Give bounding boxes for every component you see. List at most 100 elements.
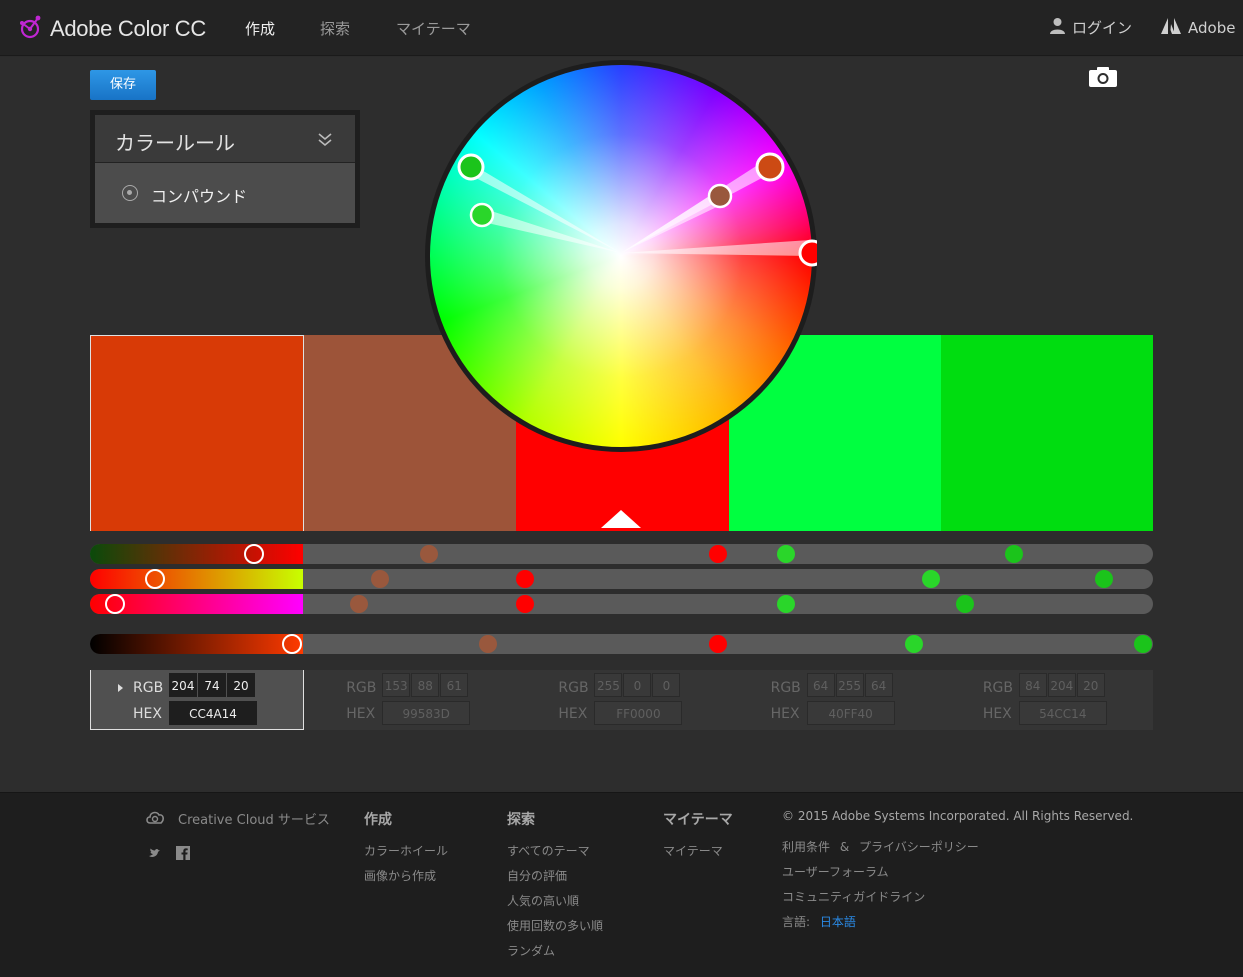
hex-field[interactable]: 40FF40	[806, 701, 895, 725]
language-label: 言語:	[782, 915, 811, 929]
rgb-r-field[interactable]: 204	[169, 673, 197, 697]
slider-gradient-1	[90, 544, 303, 564]
adobe-label: Adobe	[1188, 19, 1236, 37]
footer-heading-my-themes: マイテーマ	[663, 812, 733, 828]
social-links	[148, 845, 190, 860]
login-link[interactable]: ログイン	[1049, 17, 1132, 38]
footer-link-random[interactable]: ランダム	[507, 939, 603, 964]
brightness-slider[interactable]	[90, 634, 1153, 654]
color-values-2: RGB HEX 153 88 61 99583D	[304, 670, 516, 730]
hex-field[interactable]: 99583D	[382, 701, 471, 725]
rgb-g-field[interactable]: 74	[198, 673, 226, 697]
color-values-5: RGB HEX 84 204 20 54CC14	[941, 670, 1153, 730]
login-label: ログイン	[1072, 19, 1133, 37]
expand-triangle-icon[interactable]	[118, 684, 123, 692]
footer-link-most-used[interactable]: 使用回数の多い順	[507, 914, 603, 939]
brightness-handle[interactable]	[282, 634, 302, 654]
footer-link-from-image[interactable]: 画像から作成	[364, 864, 448, 889]
wheel-handle-base	[755, 152, 785, 182]
rgb-label: RGB	[770, 680, 801, 696]
footer-heading-explore: 探索	[507, 812, 535, 828]
color-values-row: RGB HEX 204 74 20 CC4A14 RGB HEX 153 88 …	[90, 670, 1153, 730]
color-rule-option-compound[interactable]: コンパウンド	[95, 163, 355, 223]
wheel-handle-green-2	[469, 202, 495, 228]
slider-dot	[479, 635, 497, 653]
nav-explore[interactable]: 探索	[320, 18, 350, 39]
slider-dot	[1005, 545, 1023, 563]
rgb-b-field[interactable]: 64	[864, 673, 893, 697]
rgb-g-field[interactable]: 255	[835, 673, 864, 697]
facebook-icon[interactable]	[176, 845, 190, 860]
slider-handle-3[interactable]	[105, 594, 125, 614]
creative-cloud-services-link[interactable]: Creative Cloud サービス	[145, 809, 330, 828]
slider-dot	[371, 570, 389, 588]
rgb-g-field[interactable]: 0	[623, 673, 652, 697]
rgb-b-field[interactable]: 20	[1076, 673, 1105, 697]
language-selector[interactable]: 日本語	[820, 915, 856, 929]
app-title: Adobe Color CC	[50, 16, 206, 41]
color-wheel-handles	[457, 152, 817, 267]
copyright-text: © 2015 Adobe Systems Incorporated. All R…	[782, 809, 1134, 823]
footer-legal-links: 利用条件 & プライバシーポリシー	[782, 835, 1133, 860]
rgb-label: RGB	[982, 680, 1013, 696]
footer-link-most-popular[interactable]: 人気の高い順	[507, 889, 603, 914]
rgb-g-field[interactable]: 204	[1047, 673, 1076, 697]
hex-label: HEX	[982, 706, 1012, 722]
slider-handle-2[interactable]	[145, 569, 165, 589]
top-navigation-bar: Adobe Color CC 作成 探索 マイテーマ ログイン Adobe	[0, 0, 1243, 56]
rgb-g-field[interactable]: 88	[411, 673, 440, 697]
footer-link-my-ratings[interactable]: 自分の評価	[507, 864, 603, 889]
slider-row-2[interactable]	[90, 569, 1153, 589]
color-rule-dropdown[interactable]: カラールール	[95, 115, 355, 163]
slider-dot	[1095, 570, 1113, 588]
twitter-icon[interactable]	[148, 845, 162, 859]
hex-field[interactable]: 54CC14	[1018, 701, 1107, 725]
hex-label: HEX	[346, 706, 376, 722]
footer-link-my-themes[interactable]: マイテーマ	[663, 839, 733, 864]
radio-selected-icon	[122, 185, 138, 201]
hex-label: HEX	[770, 706, 800, 722]
nav-my-themes[interactable]: マイテーマ	[396, 18, 471, 39]
footer-link-privacy[interactable]: プライバシーポリシー	[859, 840, 979, 854]
rgb-b-field[interactable]: 61	[440, 673, 469, 697]
footer: Creative Cloud サービス 作成 カラーホイール 画像から作成 探索…	[0, 792, 1243, 977]
wheel-handle-green-1	[457, 153, 485, 181]
footer-link-color-wheel[interactable]: カラーホイール	[364, 839, 448, 864]
rgb-b-field[interactable]: 20	[227, 673, 255, 697]
nav-create[interactable]: 作成	[245, 18, 275, 39]
app-logo[interactable]: Adobe Color CC	[18, 12, 206, 46]
hex-field[interactable]: CC4A14	[169, 701, 257, 725]
ampersand-separator: &	[839, 840, 850, 854]
swatch-5[interactable]	[940, 335, 1154, 531]
adobe-link[interactable]: Adobe	[1160, 17, 1235, 39]
rgb-label: RGB	[346, 680, 377, 696]
rgb-b-field[interactable]: 0	[652, 673, 681, 697]
rgb-r-field[interactable]: 255	[594, 673, 623, 697]
camera-icon[interactable]	[1088, 66, 1118, 88]
save-button[interactable]: 保存	[90, 70, 156, 100]
user-icon	[1049, 17, 1072, 38]
rgb-r-field[interactable]: 64	[806, 673, 835, 697]
swatch-1[interactable]	[90, 335, 305, 531]
footer-link-terms[interactable]: 利用条件	[782, 840, 830, 854]
color-wheel[interactable]	[425, 60, 817, 452]
color-values-3: RGB HEX 255 0 0 FF0000	[516, 670, 728, 730]
rgb-r-field[interactable]: 153	[382, 673, 411, 697]
slider-row-1[interactable]	[90, 544, 1153, 564]
adobe-logo-icon	[1160, 17, 1188, 39]
footer-link-guidelines[interactable]: コミュニティガイドライン	[782, 885, 1133, 910]
footer-language: 言語: 日本語	[782, 910, 1133, 935]
rgb-r-field[interactable]: 84	[1018, 673, 1047, 697]
slider-handle-1[interactable]	[244, 544, 264, 564]
hex-field[interactable]: FF0000	[594, 701, 683, 725]
slider-dot	[777, 595, 795, 613]
slider-dot	[1134, 635, 1152, 653]
color-rule-title: カラールール	[115, 131, 235, 155]
color-values-1: RGB HEX 204 74 20 CC4A14	[90, 670, 305, 730]
footer-col-legal: © 2015 Adobe Systems Incorporated. All R…	[782, 809, 1133, 935]
slider-row-3[interactable]	[90, 594, 1153, 614]
footer-link-all-themes[interactable]: すべてのテーマ	[507, 839, 603, 864]
footer-heading-create: 作成	[364, 812, 392, 828]
footer-link-forum[interactable]: ユーザーフォーラム	[782, 860, 1133, 885]
slider-gradient-2	[90, 569, 303, 589]
